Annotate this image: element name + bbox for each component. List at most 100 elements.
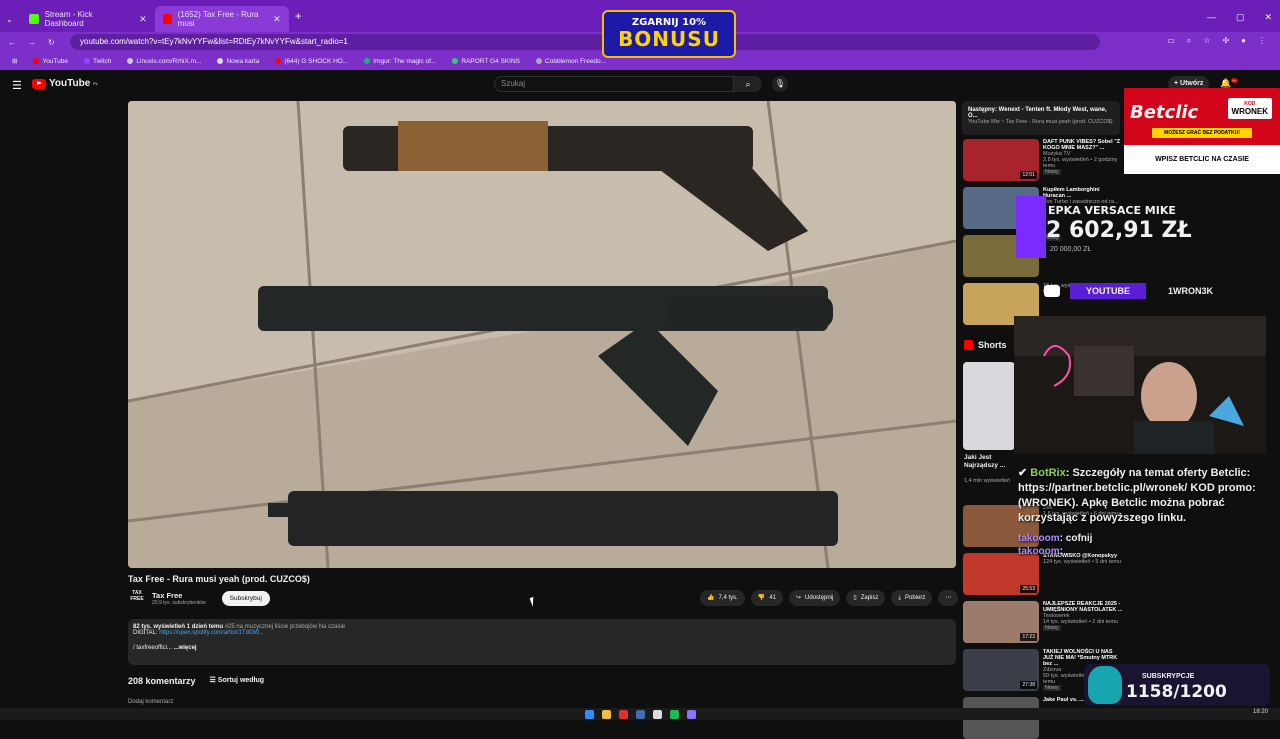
file-explorer-icon[interactable] (601, 709, 611, 719)
bookmark-linuxis[interactable]: Linuxis.com/RrhiX.m... (121, 58, 207, 65)
sort-label: Sortuj według (217, 677, 265, 684)
description-box[interactable]: 82 tys. wyświetleń 1 dzień temu #25 na m… (128, 619, 956, 665)
windows-start-icon[interactable] (584, 709, 594, 719)
subscribe-button[interactable]: Subskrybuj (221, 590, 270, 606)
mouse-cursor (529, 596, 539, 607)
video-thumbnail[interactable]: 27:38 (963, 649, 1039, 691)
dislike-count: 41 (769, 595, 776, 601)
instagram-handle[interactable]: / taxfreeoffici... (133, 645, 172, 651)
channel-avatar[interactable]: TAX FREE (128, 590, 146, 606)
apps-icon[interactable]: ⊞ (6, 57, 23, 65)
streamer-webcam (1014, 316, 1266, 454)
tab-search-icon[interactable]: ⌄ (6, 15, 13, 24)
share-button[interactable]: ↪ Udostępnij (789, 590, 841, 606)
casino-promo-banner[interactable]: ZGARNIJ 10% BONUSU (602, 10, 736, 58)
maximize-icon[interactable]: ▢ (1236, 12, 1245, 23)
new-badge: Nowy (1043, 685, 1061, 691)
hamburger-menu-icon[interactable]: ☰ (12, 79, 22, 92)
channel-handle: 1WRON3K (1168, 286, 1214, 296)
save-label: Zapisz (860, 595, 879, 601)
bookmark-g-shock[interactable]: (644) G SHOCK HO... (269, 58, 354, 65)
back-icon[interactable]: ← (8, 38, 16, 47)
steam-icon[interactable] (635, 709, 645, 719)
new-tab-button[interactable]: + (295, 9, 302, 23)
profile-icon[interactable]: ● (1241, 36, 1246, 46)
like-button[interactable]: 👍 7,4 tys. (700, 590, 745, 606)
search-icon[interactable]: ⌕ (734, 76, 762, 92)
sort-button[interactable]: ☰ Sortuj według (210, 676, 265, 686)
youtube-label: YOUTUBE (1070, 283, 1147, 299)
spotify-icon[interactable] (669, 709, 679, 719)
mascot-avatar (1088, 666, 1122, 704)
related-video[interactable]: 12:01 DAFT PUNK VIBES? Sobel "Z KOGO MNI… (963, 139, 1123, 181)
microphone-icon[interactable]: 🎙 (772, 76, 788, 92)
close-tab-icon[interactable]: ✕ (139, 14, 147, 25)
extension-icon[interactable]: ✣ (1222, 36, 1229, 46)
more-link[interactable]: ...więcej (174, 645, 197, 651)
save-button[interactable]: ▯ Zapisz (846, 590, 886, 606)
close-tab-icon[interactable]: ✕ (273, 14, 281, 25)
reload-icon[interactable]: ↻ (48, 38, 55, 47)
bookmark-youtube[interactable]: YouTube (27, 58, 74, 65)
video-thumbnail[interactable]: 25:53 (963, 553, 1039, 595)
short-thumbnail[interactable] (963, 362, 1015, 450)
cast-icon[interactable]: ▭ (1167, 36, 1175, 46)
short-title[interactable]: Jaki Jest Najrządszy ... (964, 454, 1014, 470)
chrome-icon[interactable] (652, 709, 662, 719)
video-title[interactable]: NAJLEPSZE REAKCJE 2025 - UMIĘŚNIONY NAST… (1043, 601, 1123, 613)
subscription-goal: SUBSKRYPCJE 1158/1200 (1084, 664, 1270, 706)
close-window-icon[interactable]: ✕ (1264, 12, 1272, 23)
share-icon: ↪ (796, 595, 802, 601)
bookmark-twitch[interactable]: Twitch (78, 58, 117, 65)
shorts-icon (964, 340, 973, 350)
next-up-card[interactable]: Następny: Wenext - Tenten ft. Młody West… (962, 101, 1120, 135)
system-clock: 18:20 (1252, 709, 1268, 715)
shorts-header: Shorts (964, 340, 1007, 350)
spotify-link[interactable]: https://open.spotify.com/artist/1TdOW... (159, 630, 264, 636)
video-thumbnail[interactable]: 12:01 (963, 139, 1039, 181)
youtube-header: ☰ YouTube PL Szukaj ⌕ 🎙 + Utwórz 🔔9+ (0, 70, 1280, 98)
related-video[interactable]: 25:53 STANOWISKO @Konopskyy 124 tys. wyś… (963, 553, 1123, 595)
app-icon[interactable] (618, 709, 628, 719)
video-thumbnail[interactable]: 17:23 (963, 601, 1039, 643)
dislike-button[interactable]: 👎 41 (750, 590, 783, 606)
bookmark-star-icon[interactable]: ☆ (1203, 36, 1210, 46)
chat-username: takooom (1018, 546, 1060, 557)
url-field[interactable]: youtube.com/watch?v=tEy7kNvYYFw&list=RDt… (70, 34, 1100, 50)
donation-bar (1016, 196, 1046, 258)
chat-text: : cofnij (1059, 533, 1093, 544)
minimize-icon[interactable]: — (1207, 12, 1216, 23)
zoom-icon[interactable]: ⌕ (1187, 36, 1191, 46)
tab-youtube-video[interactable]: (1652) Tax Free - Rura musi ✕ (154, 6, 289, 32)
related-video[interactable]: 17:23 NAJLEPSZE REAKCJE 2025 - UMIĘŚNION… (963, 601, 1123, 643)
thumbs-up-icon: 👍 (707, 595, 715, 601)
youtube-logo[interactable]: YouTube PL (32, 78, 98, 89)
discord-icon[interactable] (686, 709, 696, 719)
country-code: PL (93, 81, 99, 86)
donation-amount: 2 602,91 ZŁ (1046, 218, 1192, 243)
windows-taskbar (0, 708, 1280, 720)
bookmark-raport[interactable]: RAPORT G4 SKINS (446, 58, 526, 65)
more-actions-icon[interactable]: ⋯ (938, 590, 959, 606)
video-info: DAFT PUNK VIBES? Sobel "Z KOGO MNIE MASZ… (1043, 139, 1123, 181)
tab-label: Stream - Kick Dashboard (44, 10, 93, 28)
chat-username: takooom (1018, 533, 1060, 544)
add-comment-input[interactable]: Dodaj komentarz (128, 699, 173, 705)
download-button[interactable]: ⤓ Pobierz (891, 590, 933, 606)
search-input[interactable]: Szukaj (494, 76, 734, 92)
bookmark-imgur[interactable]: Imgur: The magic of... (358, 58, 442, 65)
video-frame (128, 101, 956, 568)
video-title: Tax Free - Rura musi yeah (prod. CUZCO$) (128, 574, 310, 584)
create-label: Utwórz (1180, 80, 1204, 87)
video-duration: 25:53 (1020, 585, 1037, 593)
video-player[interactable] (128, 101, 956, 568)
channel-name[interactable]: Tax Free (152, 591, 206, 600)
bookmark-nowa-karta[interactable]: Nowa karta (211, 58, 265, 65)
stream-chat-overlay: ✔ BotRix: Szczegóły na temat oferty Betc… (1018, 466, 1268, 558)
tab-kick-dashboard[interactable]: Stream - Kick Dashboard ✕ (21, 6, 155, 32)
bookmark-cobblemon[interactable]: Cobblemon Freedo... (530, 58, 612, 65)
kick-favicon-icon (28, 14, 39, 24)
forward-icon[interactable]: → (28, 38, 36, 47)
more-icon[interactable]: ⋮ (1258, 36, 1266, 46)
video-title[interactable]: DAFT PUNK VIBES? Sobel "Z KOGO MNIE MASZ… (1043, 139, 1123, 151)
